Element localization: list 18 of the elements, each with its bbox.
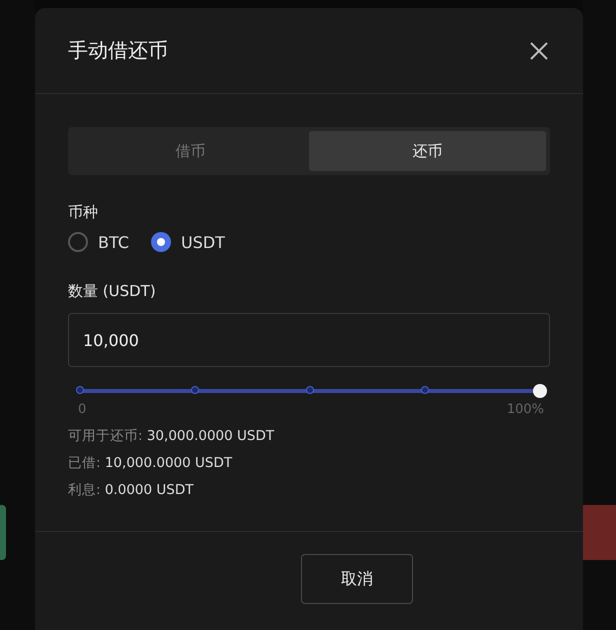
currency-radio[interactable]: USDT (150, 232, 225, 252)
currency-radio[interactable]: BTC (68, 232, 129, 252)
info-label: 可用于还币: (68, 428, 144, 444)
info-label: 利息: (68, 482, 102, 498)
amount-input-field[interactable]: 10,000 (68, 313, 550, 367)
info-label: 已借: (68, 455, 102, 471)
currency-label: 币种 (68, 203, 99, 222)
amount-label: 数量 (USDT) (68, 282, 157, 301)
dialog-title: 手动借还币 (68, 37, 168, 64)
close-icon[interactable] (529, 40, 549, 60)
info-value: 0.0000 USDT (104, 482, 194, 498)
info-value: 30,000.0000 USDT (146, 428, 274, 444)
slider-max-label: 100% (506, 402, 544, 417)
background-panel (0, 505, 6, 560)
info-value: 10,000.0000 USDT (104, 455, 232, 471)
tab[interactable]: 还币 (309, 131, 546, 171)
slider-min-label: 0 (78, 402, 86, 417)
cancel-button[interactable]: 取消 (301, 554, 413, 604)
